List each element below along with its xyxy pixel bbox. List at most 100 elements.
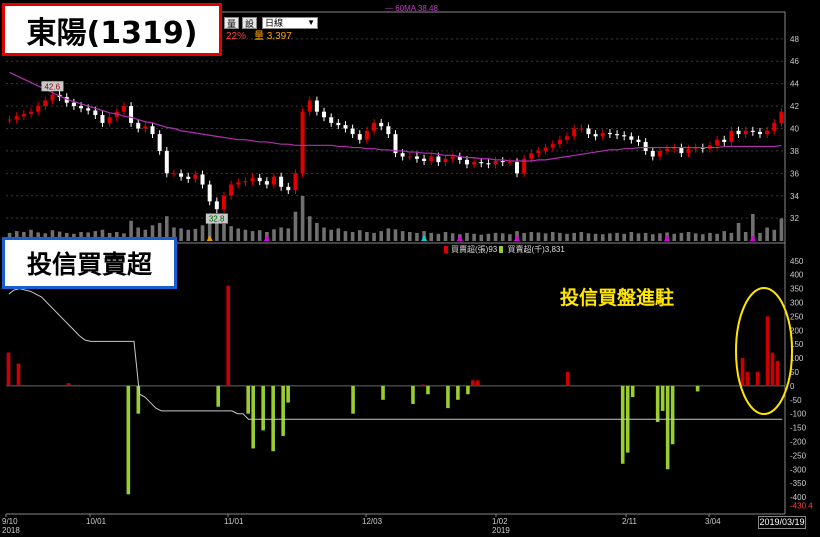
volume-bar	[729, 232, 734, 241]
volume-bar	[615, 232, 619, 241]
inst-net-bar	[466, 385, 470, 395]
inst-net-bar	[426, 385, 430, 395]
volume-bar	[315, 223, 319, 241]
candle-body	[536, 150, 541, 154]
volume-bar	[350, 232, 355, 241]
price-tick-label: 40	[790, 125, 799, 134]
volume-bar	[229, 226, 233, 241]
inst-tick-label: -50	[790, 396, 802, 405]
inst-tick-label: -250	[790, 451, 807, 460]
candle-body	[336, 122, 341, 126]
candle-body	[343, 125, 348, 129]
volume-bar	[500, 233, 505, 241]
inst-net-bar	[226, 285, 231, 386]
candle-body	[136, 122, 141, 129]
volume-bar	[701, 234, 705, 241]
volume-bar	[429, 232, 434, 241]
inst-net-bar	[261, 385, 265, 431]
x-tick-label: 9/10 2018	[2, 517, 20, 535]
volume-bar	[579, 232, 584, 241]
candle-body	[629, 136, 634, 140]
period-select[interactable]: 日線 ▼	[262, 17, 318, 29]
volume-bar	[365, 232, 369, 241]
volume-bar	[600, 234, 605, 241]
price-tick-label: 38	[790, 147, 799, 156]
inst-net-bar	[421, 384, 425, 386]
candle-body	[71, 102, 76, 107]
candle-body	[579, 128, 584, 130]
candle-body	[472, 162, 477, 165]
inst-net-bar	[476, 380, 480, 386]
volume-readout: 量 3,397	[254, 31, 292, 42]
inst-tick-label: -150	[790, 424, 807, 433]
candle-body	[543, 147, 548, 151]
candle-body	[514, 162, 519, 174]
volume-bar	[679, 232, 684, 241]
inst-net-bar	[411, 385, 415, 404]
candle-body	[229, 184, 234, 196]
candle-body	[757, 131, 762, 135]
volume-bar	[743, 232, 748, 241]
inst-net-bar	[471, 380, 475, 386]
inst-net-bar	[271, 385, 275, 452]
volume-bar	[329, 229, 333, 241]
candle-body	[636, 139, 641, 142]
inst-net-bar	[770, 352, 775, 386]
candle-body	[414, 156, 419, 159]
candle-body	[286, 186, 291, 191]
stock-title: 東陽(1319)	[26, 15, 198, 51]
volume-bar	[686, 232, 691, 241]
volume-bar	[393, 229, 398, 241]
settings-button[interactable]: 設	[242, 17, 258, 29]
inst-net-bar	[630, 385, 635, 398]
price-tick-label: 32	[790, 214, 799, 223]
candle-body	[715, 139, 720, 146]
candle-body	[171, 173, 176, 175]
inst-net-bar	[765, 316, 770, 386]
high-annotation: 42.6	[44, 82, 60, 91]
candle-body	[236, 182, 241, 185]
highlight-ellipse	[735, 287, 793, 415]
volume-bar	[565, 233, 569, 241]
price-tick-label: 46	[790, 57, 799, 66]
candle-body	[86, 108, 91, 111]
inst-net-bar	[281, 385, 285, 436]
volume-bar	[622, 233, 626, 241]
candle-body	[557, 139, 562, 145]
price-tick-label: 36	[790, 169, 799, 178]
volume-bar	[215, 220, 219, 241]
candle-body	[479, 162, 484, 164]
inst-net-bar	[456, 385, 460, 400]
candle-body	[272, 176, 277, 185]
candle-body	[364, 130, 369, 140]
volume-toggle-button[interactable]: 量	[224, 17, 240, 29]
candle-body	[486, 163, 491, 165]
volume-bar	[179, 228, 183, 241]
volume-bar	[357, 230, 362, 241]
volume-bar	[558, 232, 562, 241]
event-marker	[664, 235, 671, 241]
inst-net-bar	[136, 385, 141, 414]
candle-body	[14, 116, 19, 120]
candle-body	[279, 176, 284, 187]
candle-body	[121, 106, 126, 112]
candle-body	[107, 117, 112, 123]
candle-body	[779, 111, 784, 123]
candle-body	[443, 158, 448, 163]
inst-tick-label: 0	[790, 382, 795, 391]
volume-bar	[236, 228, 241, 241]
candle-body	[93, 110, 98, 116]
candle-body	[772, 122, 777, 131]
inst-net-bar	[351, 385, 355, 414]
volume-bar	[293, 211, 298, 241]
candle-body	[257, 177, 262, 182]
volume-bar	[257, 230, 262, 241]
volume-bar	[529, 232, 534, 241]
volume-bar	[472, 233, 476, 241]
volume-bar	[322, 227, 326, 241]
chevron-down-icon: ▼	[307, 18, 315, 27]
volume-bar	[772, 229, 777, 241]
candle-body	[507, 162, 512, 164]
volume-bar	[436, 233, 441, 241]
candle-body	[7, 119, 12, 121]
